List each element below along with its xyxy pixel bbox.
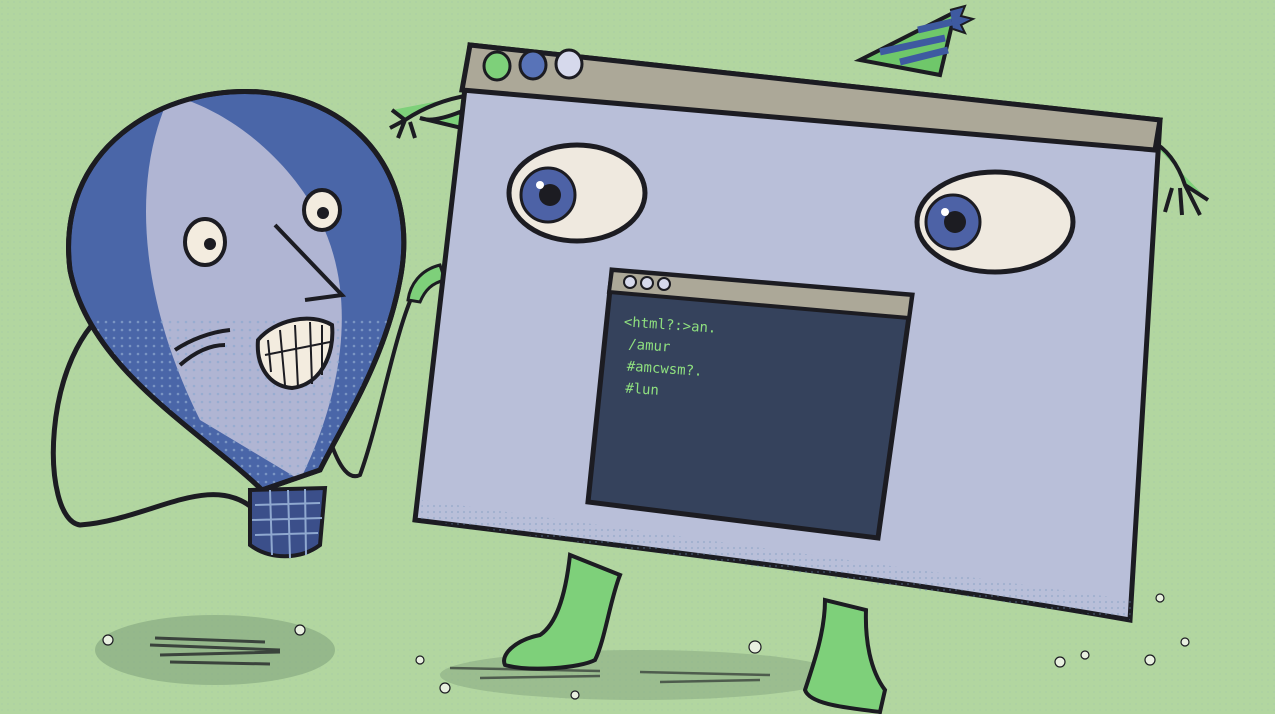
terminal-button-2 <box>640 276 654 290</box>
terminal-button-3 <box>657 277 671 291</box>
code-line-2: /amur <box>628 337 671 356</box>
window-button-light <box>554 48 584 80</box>
window-button-green <box>482 50 512 82</box>
code-line-4: #lun <box>625 381 660 399</box>
cartoon-illustration: <html?:>an. /amur #amcwsm?. #lun <box>0 0 1275 714</box>
window-button-blue <box>518 49 548 81</box>
browser-eye-left <box>506 142 648 244</box>
terminal-button-1 <box>623 275 637 289</box>
illustration-canvas: <html?:>an. /amur #amcwsm?. #lun <box>0 0 1275 714</box>
ground-shadow-browser <box>440 650 840 700</box>
terminal-mouth: <html?:>an. /amur #amcwsm?. #lun <box>585 267 915 541</box>
browser-eye-right <box>914 169 1076 275</box>
